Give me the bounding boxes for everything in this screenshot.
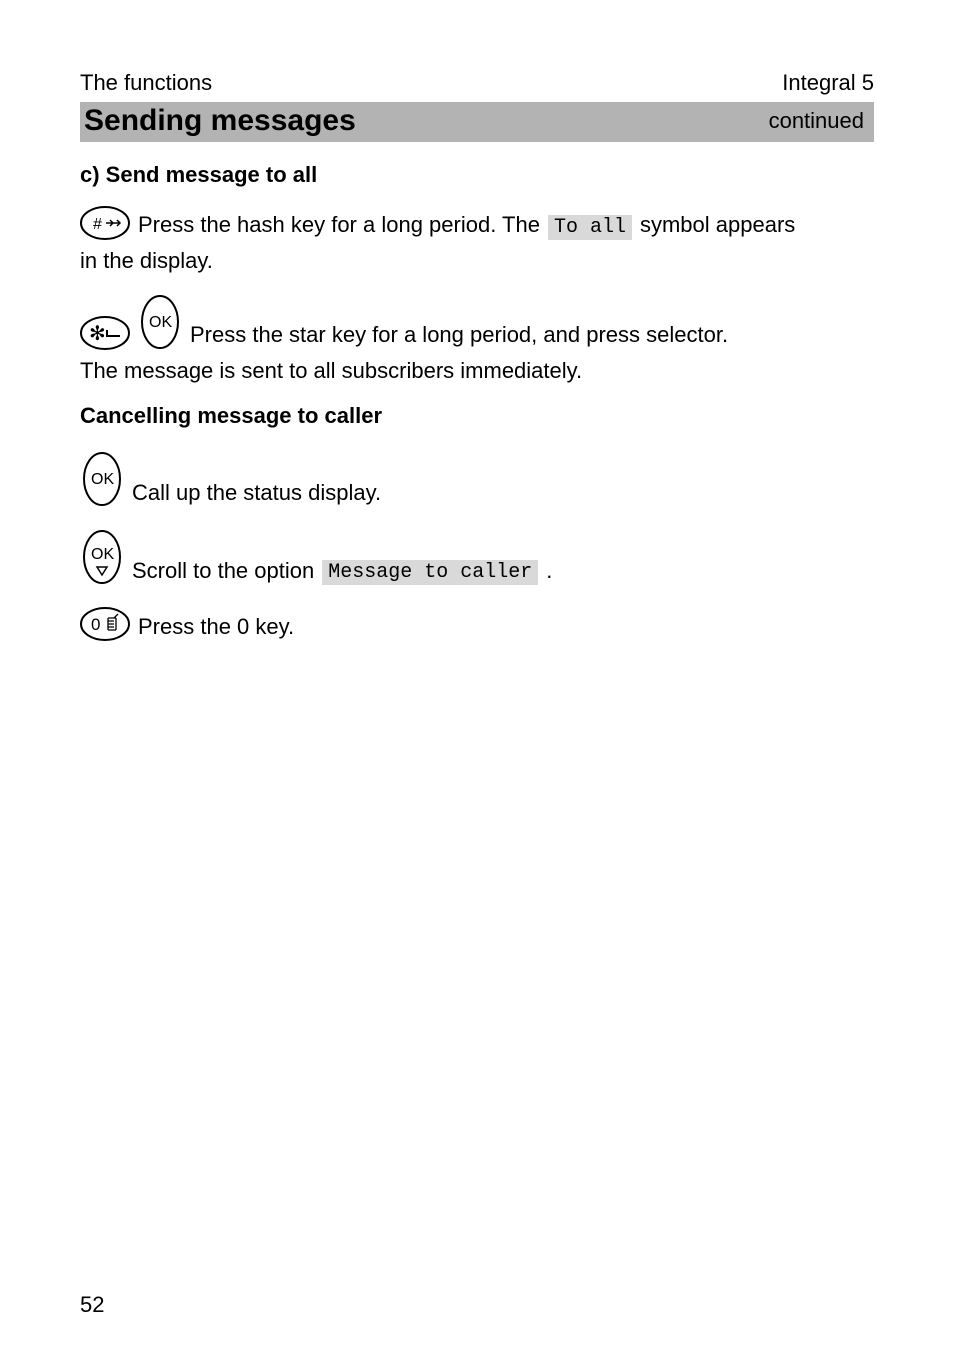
page-header: The functions Integral 5	[80, 70, 874, 96]
cancel-text-3: Press the 0 key.	[138, 612, 294, 642]
hash-text-wrap: in the display.	[80, 246, 874, 276]
svg-text:#: #	[93, 216, 102, 233]
section-c-heading: c) Send message to all	[80, 162, 874, 188]
svg-text:OK: OK	[91, 546, 114, 563]
cancel-text-1: Call up the status display.	[132, 478, 381, 508]
to-all-symbol: To all	[548, 215, 632, 240]
header-left: The functions	[80, 70, 212, 96]
star-ok-line: ✻ OK Press the star key for a long perio…	[80, 294, 874, 350]
cancel-heading: Cancelling message to caller	[80, 403, 874, 429]
hash-text-before: Press the hash key for a long period. Th…	[138, 210, 540, 240]
page-number: 52	[80, 1292, 104, 1318]
svg-text:0: 0	[91, 615, 100, 634]
svg-text:✻: ✻	[89, 323, 106, 345]
hash-key-line: # Press the hash key for a long period. …	[80, 206, 874, 240]
ok-selector-icon: OK	[80, 451, 124, 507]
cancel-line-1: OK Call up the status display.	[80, 451, 874, 507]
zero-key-icon: 0	[80, 607, 130, 641]
ok-down-selector-icon: OK	[80, 529, 124, 585]
cancel-line-3: 0 Press the 0 key.	[80, 607, 874, 641]
continued-label: continued	[769, 108, 864, 134]
svg-text:OK: OK	[91, 471, 114, 488]
ok-selector-icon: OK	[138, 294, 182, 350]
header-right: Integral 5	[782, 70, 874, 96]
page-title: Sending messages	[84, 104, 356, 138]
star-key-icon: ✻	[80, 316, 130, 350]
star-text-2: The message is sent to all subscribers i…	[80, 356, 874, 386]
title-bar: Sending messages continued	[80, 102, 874, 142]
cancel-text-2-before: Scroll to the option	[132, 556, 314, 586]
hash-text-after: symbol appears	[640, 210, 795, 240]
svg-text:OK: OK	[149, 314, 172, 331]
message-to-caller-option: Message to caller	[322, 560, 538, 585]
cancel-text-2-after: .	[546, 556, 552, 586]
star-text: Press the star key for a long period, an…	[190, 320, 728, 350]
cancel-line-2: OK Scroll to the option Message to calle…	[80, 529, 874, 585]
hash-key-icon: #	[80, 206, 130, 240]
